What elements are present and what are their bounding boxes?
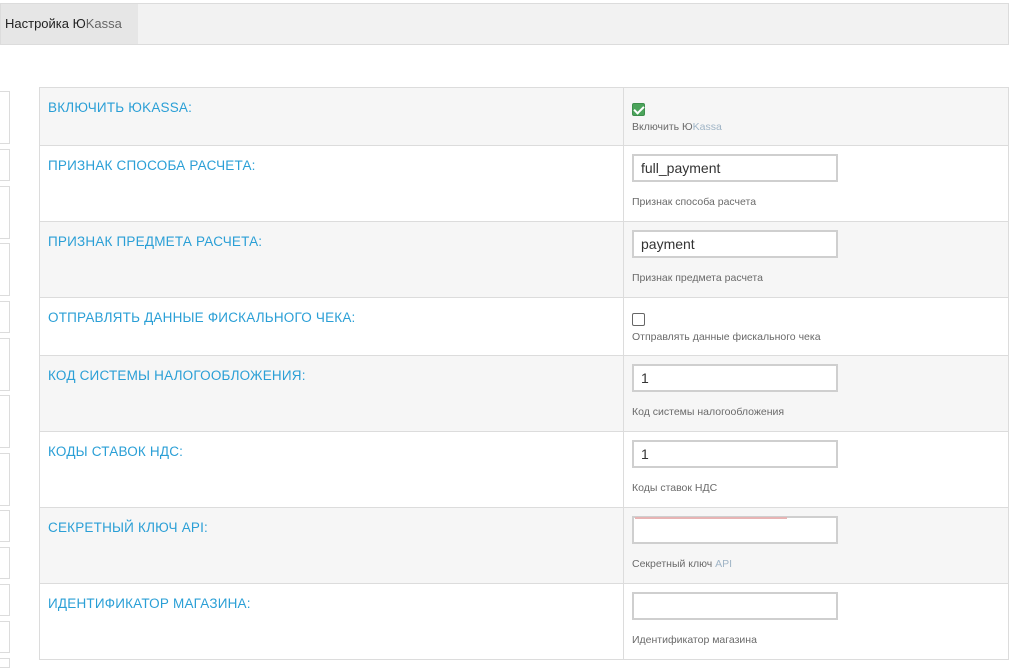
setting-hint: Отправлять данные фискального чека bbox=[632, 331, 821, 343]
setting-row-payment-method: Признак способа расчета: full_payment Пр… bbox=[40, 146, 1008, 222]
left-stub bbox=[0, 301, 10, 333]
setting-label: Признак способа расчета: bbox=[40, 146, 624, 221]
left-stub bbox=[0, 149, 10, 181]
left-stub bbox=[0, 338, 10, 391]
setting-hint: Код системы налогообложения bbox=[632, 406, 785, 418]
payment-method-input[interactable]: full_payment bbox=[632, 154, 838, 182]
left-stub bbox=[0, 395, 10, 448]
setting-hint: Признак способа расчета bbox=[632, 196, 757, 208]
vat-codes-input[interactable]: 1 bbox=[632, 440, 838, 468]
send-receipt-checkbox[interactable] bbox=[632, 313, 645, 326]
left-stub bbox=[0, 186, 10, 239]
setting-label: Коды ставок НДС: bbox=[40, 432, 624, 507]
payment-subject-input[interactable]: payment bbox=[632, 230, 838, 258]
setting-row-enable-yookassa: Включить ЮKassa: Включить ЮKassa bbox=[40, 88, 1008, 146]
setting-hint: Идентификатор магазина bbox=[632, 634, 757, 646]
setting-label: Отправлять данные фискального чека: bbox=[40, 298, 624, 355]
tab-label-suffix: Kassa bbox=[85, 16, 122, 31]
tab-yookassa-settings[interactable]: Настройка ЮKassa bbox=[1, 4, 138, 44]
setting-hint: Коды ставок НДС bbox=[632, 482, 718, 494]
left-stub bbox=[0, 453, 10, 506]
setting-hint: Секретный ключ API bbox=[632, 558, 1000, 570]
setting-label: Код системы налогообложения: bbox=[40, 356, 624, 431]
hint-text-suffix: Kassa bbox=[692, 121, 722, 133]
setting-label: Идентификатор магазина: bbox=[40, 584, 624, 659]
settings-table: Включить ЮKassa: Включить ЮKassa Признак… bbox=[39, 87, 1009, 660]
setting-value-cell: Секретный ключ API bbox=[624, 508, 1008, 583]
setting-label: Включить ЮKassa: bbox=[40, 88, 624, 145]
secret-key-wrap bbox=[632, 516, 838, 544]
tax-system-input[interactable]: 1 bbox=[632, 364, 838, 392]
setting-value-cell: 1 Код системы налогообложения bbox=[624, 356, 1008, 431]
setting-row-secret-key: Секретный ключ API: Секретный ключ API bbox=[40, 508, 1008, 584]
setting-row-send-receipt: Отправлять данные фискального чека: Отпр… bbox=[40, 298, 1008, 356]
setting-hint: Признак предмета расчета bbox=[632, 272, 763, 284]
setting-value-cell: full_payment Признак способа расчета bbox=[624, 146, 1008, 221]
setting-value-cell: 1 Коды ставок НДС bbox=[624, 432, 1008, 507]
left-stub bbox=[0, 91, 10, 144]
setting-row-vat-codes: Коды ставок НДС: 1 Коды ставок НДС bbox=[40, 432, 1008, 508]
hint-text: Включить Ю bbox=[632, 121, 693, 133]
tab-label: Настройка Ю bbox=[5, 16, 86, 31]
left-stub bbox=[0, 547, 10, 579]
setting-value-cell: Идентификатор магазина bbox=[624, 584, 1008, 659]
setting-value-cell: payment Признак предмета расчета bbox=[624, 222, 1008, 297]
hint-text: Секретный ключ bbox=[632, 558, 716, 570]
setting-label: Секретный ключ API: bbox=[40, 508, 624, 583]
shop-id-input[interactable] bbox=[632, 592, 838, 620]
hint-text-suffix: API bbox=[715, 558, 733, 570]
setting-hint: Включить ЮKassa bbox=[632, 121, 1000, 133]
left-stub bbox=[0, 510, 10, 542]
left-stub bbox=[0, 584, 10, 616]
setting-value-cell: Включить ЮKassa bbox=[624, 88, 1008, 145]
left-stub bbox=[0, 658, 10, 668]
redacted-mark bbox=[635, 517, 787, 519]
setting-row-payment-subject: Признак предмета расчета: payment Призна… bbox=[40, 222, 1008, 298]
secret-key-input[interactable] bbox=[632, 516, 838, 544]
enable-yookassa-checkbox[interactable] bbox=[632, 103, 645, 116]
setting-row-shop-id: Идентификатор магазина: Идентификатор ма… bbox=[40, 584, 1008, 660]
setting-row-tax-system: Код системы налогообложения: 1 Код систе… bbox=[40, 356, 1008, 432]
setting-label: Признак предмета расчета: bbox=[40, 222, 624, 297]
left-stub bbox=[0, 621, 10, 653]
setting-value-cell: Отправлять данные фискального чека bbox=[624, 298, 1008, 355]
left-stub bbox=[0, 243, 10, 296]
tab-bar: Настройка ЮKassa bbox=[0, 3, 1009, 45]
